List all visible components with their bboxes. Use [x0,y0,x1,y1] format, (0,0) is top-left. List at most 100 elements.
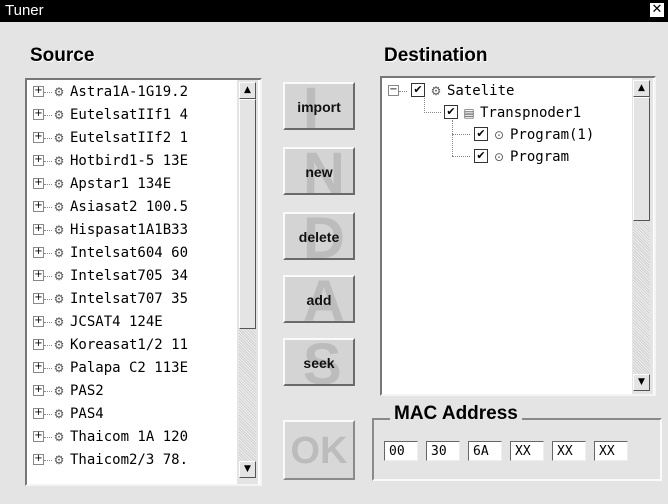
title-bar: Tuner ✕ [0,0,668,22]
mac-field-4[interactable]: XX [510,441,544,461]
collapse-icon[interactable]: − [388,84,399,96]
satellite-icon: ⚙ [53,108,65,122]
add-label: add [306,292,332,308]
satellite-icon: ⚙ [53,315,65,329]
expand-icon[interactable]: + [33,131,44,143]
expand-icon[interactable]: + [33,154,44,166]
source-item-label: Hispasat1A1B33 [70,222,189,238]
expand-icon[interactable]: + [33,108,44,120]
expand-icon[interactable]: + [33,338,44,350]
source-item[interactable]: + ⚙ Intelsat604 60 [33,243,188,263]
satellite-icon: ⚙ [53,407,65,421]
destination-scrollbar[interactable]: ▲ ▼ [632,78,653,394]
scroll-thumb[interactable] [633,97,650,221]
import-button[interactable]: I import [283,82,355,130]
source-item[interactable]: + ⚙ Koreasat1/2 11 [33,335,188,355]
satellite-icon: ⚙ [53,223,65,237]
source-item[interactable]: + ⚙ Astra1A-1G19.2 [33,82,188,102]
source-item-label: Intelsat707 35 [70,291,189,307]
scroll-up-button[interactable]: ▲ [633,80,650,97]
expand-icon[interactable]: + [33,315,44,327]
expand-icon[interactable]: + [33,223,44,235]
source-item[interactable]: + ⚙ Thaicom2/3 78. [33,450,188,470]
source-item-label: PAS2 [70,383,104,399]
program-label: Program [510,149,570,165]
expand-icon[interactable]: + [33,430,44,442]
source-item[interactable]: + ⚙ EutelsatIIf2 1 [33,128,188,148]
scroll-up-button[interactable]: ▲ [239,82,256,99]
satellite-icon: ⚙ [53,361,65,375]
source-item-label: Intelsat705 34 [70,268,189,284]
tree-node-satellite[interactable]: − ✔ ⚙ Satelite [388,80,514,102]
satellite-icon: ⚙ [53,200,65,214]
satellite-icon: ⚙ [53,453,65,467]
delete-label: delete [298,229,340,245]
source-item[interactable]: + ⚙ Hispasat1A1B33 [33,220,188,240]
expand-icon[interactable]: + [33,453,44,465]
satellite-icon: ⚙ [53,154,65,168]
source-list[interactable]: + ⚙ Astra1A-1G19.2 + ⚙ EutelsatIIf1 4 + ⚙ Eutels… [25,78,262,486]
source-scrollbar[interactable]: ▲ ▼ [237,80,258,484]
expand-icon[interactable]: + [33,246,44,258]
scroll-down-button[interactable]: ▼ [239,461,256,478]
seek-button[interactable]: S seek [283,338,355,386]
expand-icon[interactable]: + [33,292,44,304]
source-item[interactable]: + ⚙ JCSAT4 124E [33,312,163,332]
source-heading: Source [30,45,95,66]
add-button[interactable]: A add [283,275,355,323]
program-icon: ⊙ [493,128,505,142]
tree-connector [424,98,441,113]
ok-button[interactable]: OK [283,420,355,480]
tree-connector [452,120,471,156]
expand-icon[interactable]: + [33,269,44,281]
mac-field-5[interactable]: XX [552,441,586,461]
source-item[interactable]: + ⚙ EutelsatIIf1 4 [33,105,188,125]
tree-connector [452,156,470,157]
checkbox-checked[interactable]: ✔ [474,149,488,163]
expand-icon[interactable]: + [33,407,44,419]
source-item[interactable]: + ⚙ Palapa C2 113E [33,358,188,378]
expand-icon[interactable]: + [33,384,44,396]
source-item[interactable]: + ⚙ Hotbird1-5 13E [33,151,188,171]
satellite-icon: ⚙ [53,177,65,191]
satellite-icon: ⚙ [53,269,65,283]
checkbox-checked[interactable]: ✔ [474,127,488,141]
transponder-label: Transpnoder1 [480,105,582,121]
satellite-icon: ⚙ [53,292,65,306]
source-item-label: Thaicom 1A 120 [70,429,189,445]
satellite-icon: ⚙ [53,131,65,145]
tree-node-program-1[interactable]: ✔ ⊙ Program(1) [470,124,594,146]
mac-field-3[interactable]: 6A [468,441,502,461]
source-item[interactable]: + ⚙ Apstar1 134E [33,174,171,194]
expand-icon[interactable]: + [33,361,44,373]
scroll-down-button[interactable]: ▼ [633,374,650,391]
mac-field-2[interactable]: 30 [426,441,460,461]
tree-node-program-2[interactable]: ✔ ⊙ Program [470,146,569,168]
source-item-label: Asiasat2 100.5 [70,199,189,215]
checkbox-checked[interactable]: ✔ [411,83,425,97]
source-item-label: Apstar1 134E [70,176,172,192]
source-item[interactable]: + ⚙ Thaicom 1A 120 [33,427,188,447]
scroll-thumb[interactable] [239,99,256,329]
ok-label: OK [290,430,348,472]
source-item[interactable]: + ⚙ Intelsat707 35 [33,289,188,309]
satellite-label: Satelite [447,83,515,99]
destination-heading: Destination [384,45,488,66]
expand-icon[interactable]: + [33,177,44,189]
satellite-icon: ⚙ [53,246,65,260]
source-item[interactable]: + ⚙ Asiasat2 100.5 [33,197,188,217]
program-label: Program(1) [510,127,595,143]
source-item[interactable]: + ⚙ Intelsat705 34 [33,266,188,286]
source-item[interactable]: + ⚙ PAS4 [33,404,104,424]
mac-address-heading: MAC Address [390,403,522,425]
expand-icon[interactable]: + [33,200,44,212]
expand-icon[interactable]: + [33,85,44,97]
destination-tree[interactable]: − ✔ ⚙ Satelite ✔ ▤ Transpnoder1 ✔ ⊙ Program(1) … [380,76,656,396]
mac-field-6[interactable]: XX [594,441,628,461]
delete-button[interactable]: D delete [283,212,355,260]
source-item[interactable]: + ⚙ PAS2 [33,381,104,401]
new-button[interactable]: N new [283,147,355,195]
close-icon[interactable]: ✕ [650,3,664,17]
checkbox-checked[interactable]: ✔ [444,105,458,119]
mac-field-1[interactable]: 00 [384,441,418,461]
